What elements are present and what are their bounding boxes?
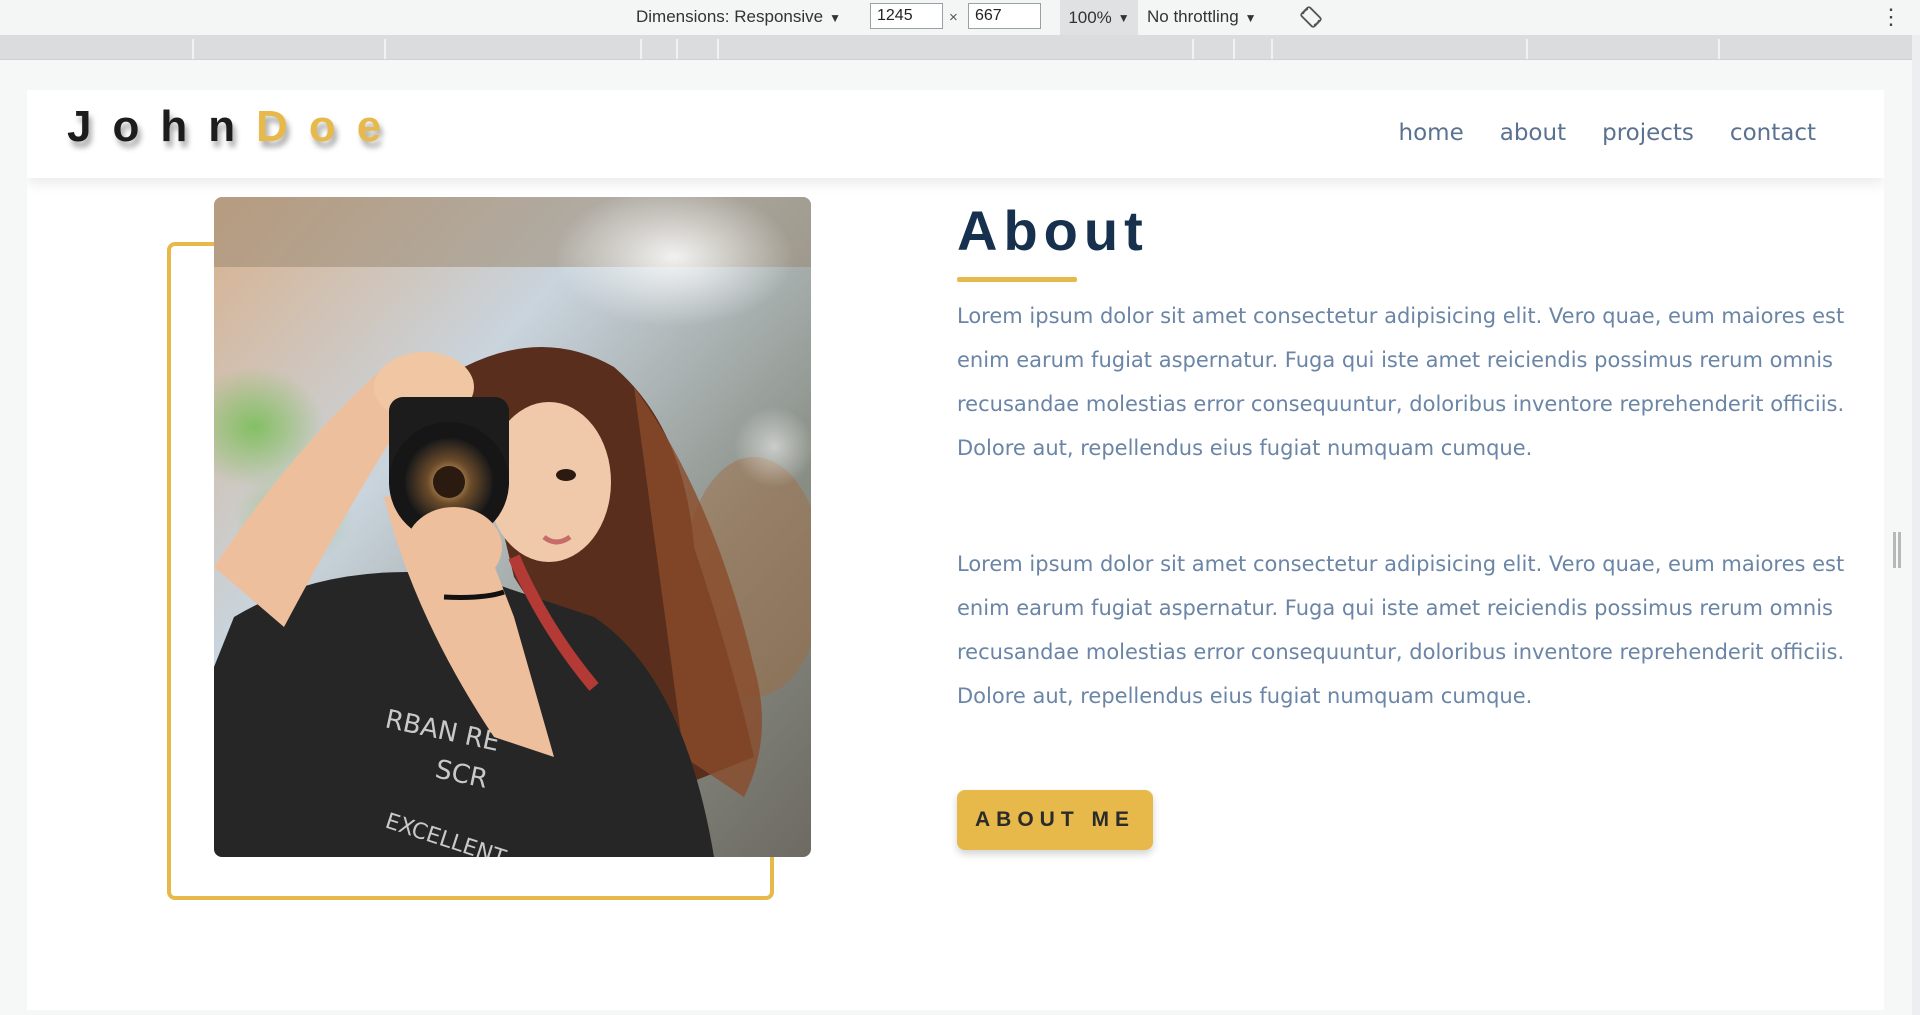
caret-down-icon: ▼ (1117, 10, 1130, 25)
logo-last-name: Doe (256, 102, 403, 151)
times-sign: × (949, 9, 958, 26)
ruler-segment (1526, 39, 1528, 59)
viewport-height-input[interactable] (968, 3, 1041, 29)
about-paragraph-1: Lorem ipsum dolor sit amet consectetur a… (957, 304, 1845, 460)
scrollbar[interactable] (1912, 35, 1920, 1015)
nav-link-about[interactable]: about (1500, 120, 1566, 146)
rotate-icon[interactable] (1300, 6, 1322, 28)
main-nav: home about projects contact (1399, 120, 1816, 146)
about-me-button[interactable]: ABOUT ME (957, 790, 1153, 850)
about-paragraph-2: Lorem ipsum dolor sit amet consectetur a… (957, 552, 1845, 708)
ruler-segment (1271, 39, 1273, 59)
logo-first-name: John (67, 102, 257, 151)
emulated-viewport: JohnDoe home about projects contact RBAN… (27, 90, 1884, 1010)
about-photo: RBAN RE SCR EXCELLENT (214, 197, 811, 857)
ruler-segment (1192, 39, 1194, 59)
zoom-label: 100% (1068, 7, 1112, 27)
media-query-ruler[interactable] (0, 35, 1912, 60)
ruler-segment (676, 39, 678, 59)
ruler-segment (1233, 39, 1235, 59)
zoom-dropdown[interactable]: 100% ▼ (1060, 0, 1138, 35)
resize-handle[interactable] (1893, 532, 1903, 568)
dimensions-label: Dimensions: Responsive (636, 7, 824, 26)
throttling-dropdown[interactable]: No throttling ▼ (1147, 7, 1257, 27)
nav-link-home[interactable]: home (1399, 120, 1464, 146)
title-underline (957, 277, 1077, 282)
caret-down-icon: ▼ (829, 11, 841, 25)
ruler-segment (384, 39, 386, 59)
devtools-device-toolbar: Dimensions: Responsive ▼ × 100% ▼ No throt… (0, 0, 1920, 35)
more-vertical-icon[interactable]: ⋮ (1880, 4, 1902, 30)
ruler-segment (1718, 39, 1720, 59)
logo[interactable]: JohnDoe (67, 102, 402, 152)
throttling-label: No throttling (1147, 7, 1239, 26)
nav-link-contact[interactable]: contact (1730, 120, 1816, 146)
viewport-width-input[interactable] (870, 3, 943, 29)
caret-down-icon: ▼ (1244, 11, 1257, 25)
ruler-segment (717, 39, 719, 59)
site-header: JohnDoe home about projects contact (27, 90, 1884, 178)
ruler-segment (192, 39, 194, 59)
ruler-segment (640, 39, 642, 59)
about-title: About (957, 199, 1149, 262)
nav-link-projects[interactable]: projects (1602, 120, 1694, 146)
dimensions-dropdown[interactable]: Dimensions: Responsive ▼ (636, 7, 841, 27)
